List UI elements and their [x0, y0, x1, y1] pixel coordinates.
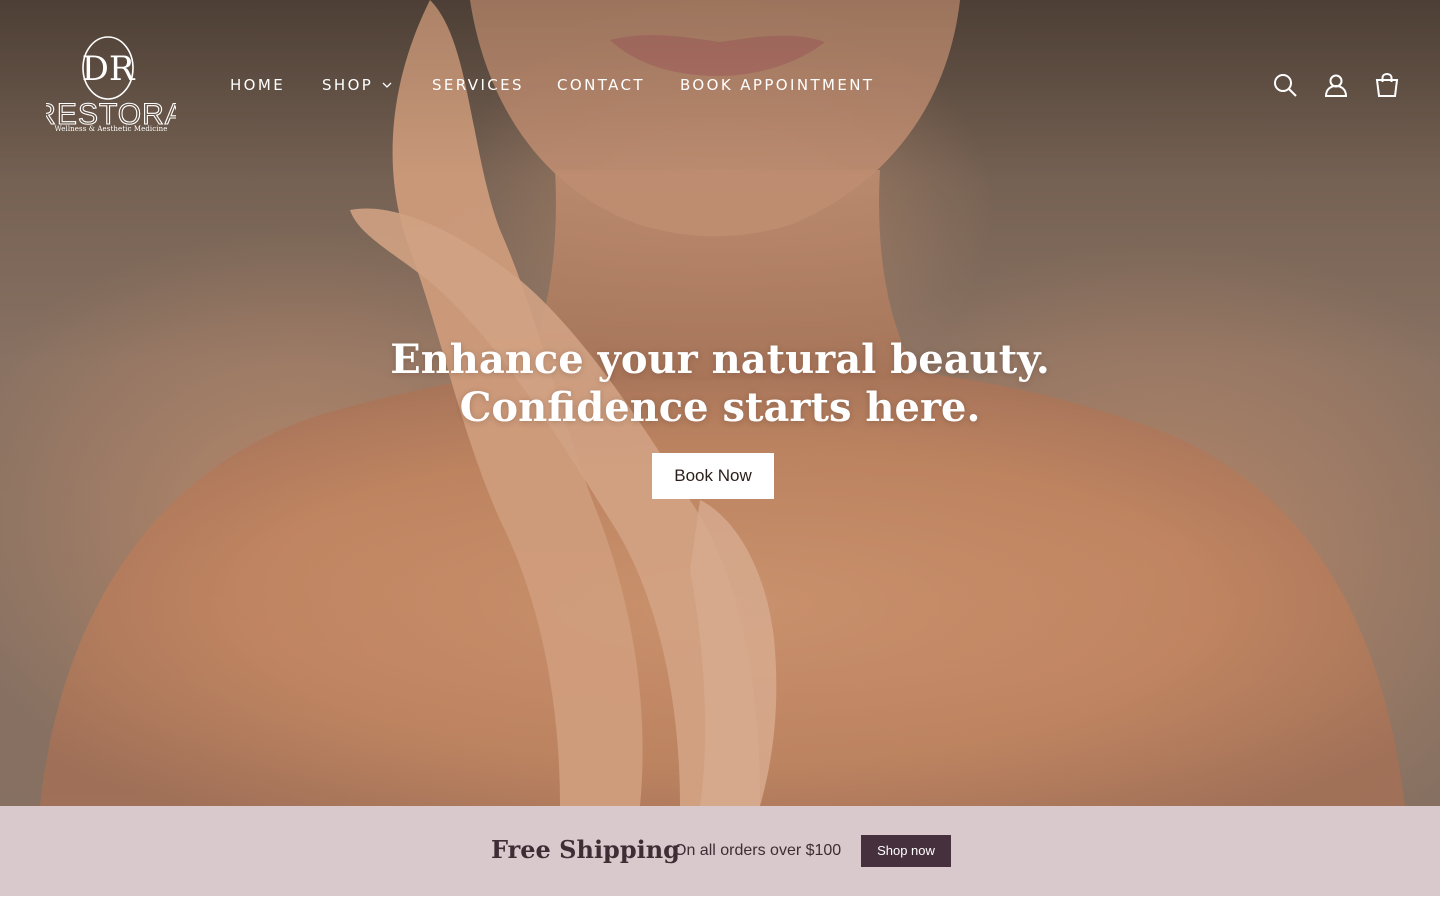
chevron-down-icon[interactable] [382, 81, 392, 89]
shop-now-button[interactable]: Shop now [861, 835, 951, 867]
promo-bar: Free Shipping On all orders over $100 Sh… [0, 806, 1440, 896]
hero-heading-line2: Confidence starts here. [459, 384, 981, 431]
promo-title: Free Shipping [491, 835, 680, 864]
cart-icon[interactable] [1374, 72, 1400, 98]
logo-wordmark: RESTORA [46, 98, 176, 126]
nav-item-shop[interactable]: SHOP [322, 74, 373, 96]
logo-mark: DR RESTORA [34, 36, 185, 132]
logo-tagline: Wellness & Aesthetic Medicine [54, 125, 168, 133]
search-icon[interactable] [1272, 72, 1298, 98]
promo-text: On all orders over $100 [674, 842, 842, 859]
account-icon[interactable] [1323, 72, 1349, 98]
nav-item-home[interactable]: HOME [230, 74, 285, 96]
page-bottom-divider [0, 896, 1440, 900]
hero-heading: Enhance your natural beauty. Confidence … [320, 336, 1120, 432]
nav-item-services[interactable]: SERVICES [432, 74, 524, 96]
site-logo[interactable]: DR RESTORA Wellness & Aesthetic Medicine [34, 22, 185, 138]
nav-item-book-appointment[interactable]: BOOK APPOINTMENT [680, 74, 874, 96]
nav-item-contact[interactable]: CONTACT [557, 74, 645, 96]
book-now-button[interactable]: Book Now [652, 453, 774, 499]
hero-heading-line1: Enhance your natural beauty. [390, 336, 1050, 383]
logo-monogram: DR [82, 49, 136, 89]
